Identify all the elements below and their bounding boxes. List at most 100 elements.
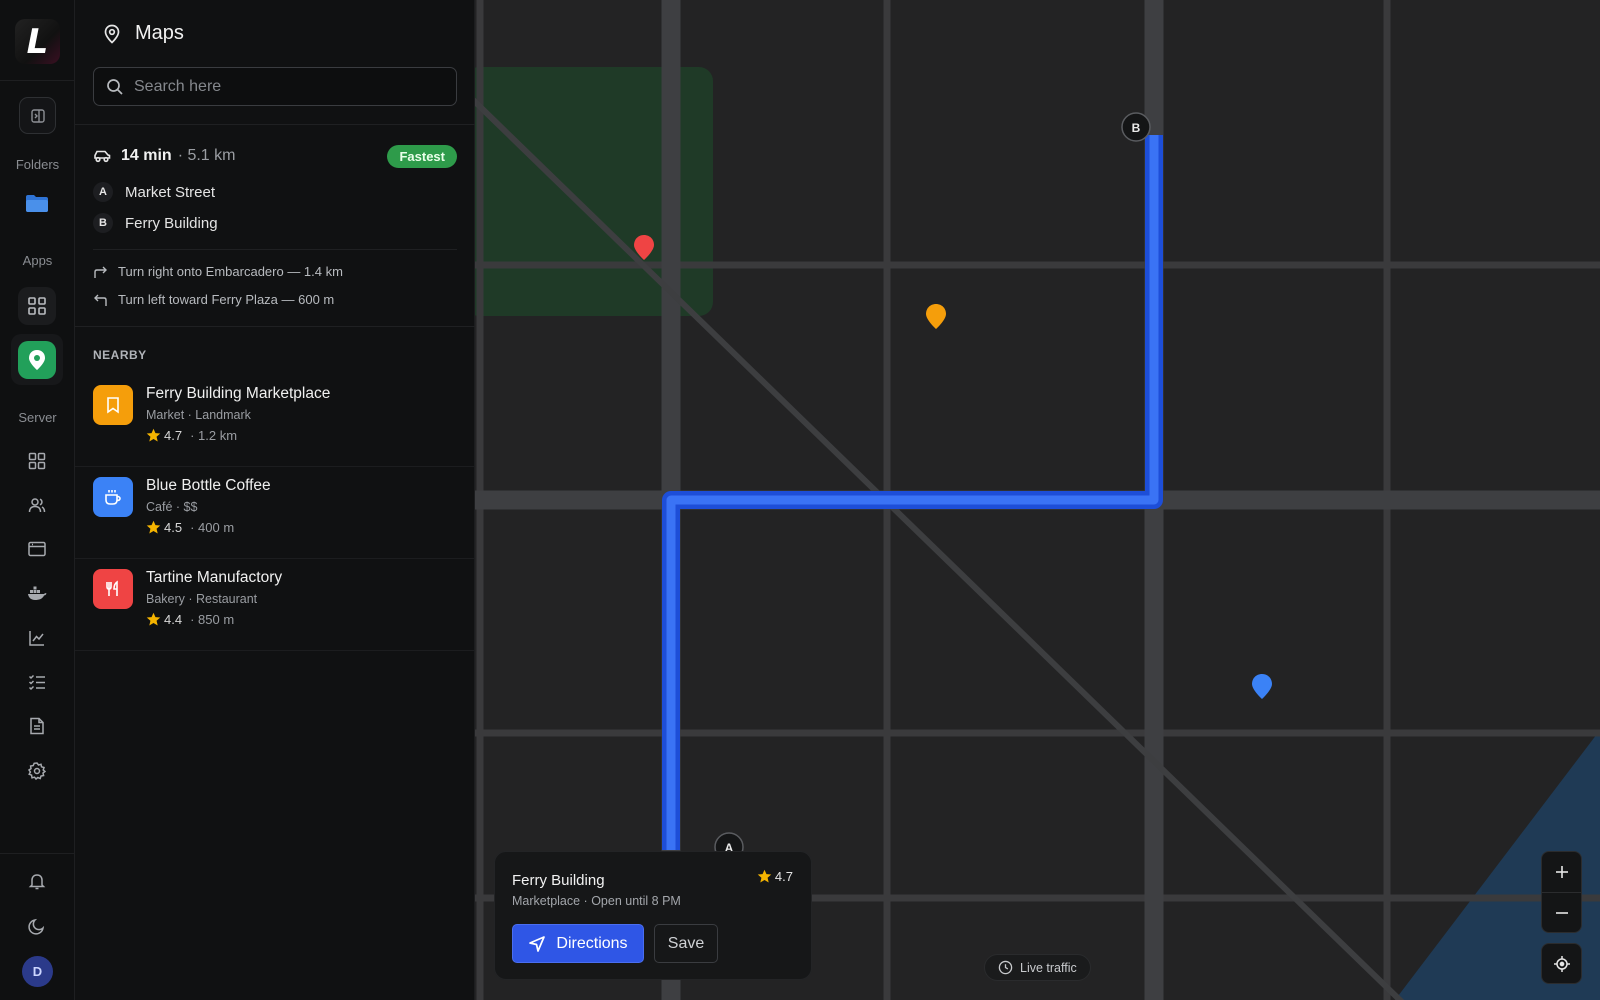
minus-icon <box>1556 912 1568 914</box>
zoom-controls <box>1541 851 1582 933</box>
moon-icon[interactable] <box>24 913 50 939</box>
place-distance: · 850 m <box>190 612 235 627</box>
nearby-heading: NEARBY <box>93 348 147 362</box>
route-summary: 14 min · 5.1 km Fastest <box>93 144 457 168</box>
route-stop-origin[interactable]: A Market Street <box>93 182 215 202</box>
apps-grid-button[interactable] <box>18 287 56 325</box>
maps-app-button[interactable] <box>18 341 56 379</box>
list-item[interactable]: Blue Bottle Coffee Café · $$ 4.5 · 400 m <box>75 467 475 559</box>
star-icon <box>146 428 161 442</box>
place-card-title: Ferry Building <box>512 872 605 889</box>
server-label: Server <box>18 410 57 425</box>
panel-divider <box>75 326 475 327</box>
users-icon[interactable] <box>24 492 50 518</box>
bookmark-icon <box>107 397 119 414</box>
app-logo[interactable]: L <box>15 19 60 64</box>
place-tile <box>93 385 133 425</box>
sidebar-toggle-icon <box>30 108 45 123</box>
place-category: Café · $$ <box>146 500 198 514</box>
gear-icon[interactable] <box>24 758 50 784</box>
route-distance: · 5.1 km <box>177 147 236 164</box>
folder-icon[interactable] <box>24 190 50 216</box>
place-name: Tartine Manufactory <box>146 569 283 586</box>
orange-map-pin-icon[interactable] <box>926 304 946 329</box>
line-chart-icon[interactable] <box>24 625 50 651</box>
panel-divider <box>75 124 475 125</box>
stop-label: Market Street <box>125 183 216 201</box>
zoom-out-button[interactable] <box>1542 893 1582 933</box>
place-meta: 4.5 · 400 m <box>146 520 234 535</box>
rating-value: 4.7 <box>774 869 793 884</box>
search-icon <box>107 78 123 95</box>
directions-button[interactable]: Directions <box>512 924 644 963</box>
search-input[interactable] <box>134 77 456 96</box>
car-icon <box>94 150 111 163</box>
rail-divider <box>0 80 74 81</box>
fork-knife-icon <box>106 580 118 596</box>
fastest-badge: Fastest <box>387 144 457 168</box>
live-traffic-toggle[interactable]: Live traffic <box>984 954 1091 981</box>
list-item[interactable]: Tartine Manufactory Bakery · Restaurant … <box>75 559 475 651</box>
save-button[interactable]: Save <box>654 924 718 963</box>
blue-map-pin-icon[interactable] <box>1252 674 1272 699</box>
place-tile <box>93 569 133 609</box>
place-card: Ferry Building Marketplace · Open until … <box>494 851 812 980</box>
clock-icon <box>998 960 1013 975</box>
page-title: Maps <box>135 22 184 44</box>
place-rating: 4.7 <box>164 428 183 443</box>
place-name: Ferry Building Marketplace <box>146 385 331 402</box>
stop-label: Ferry Building <box>125 214 218 232</box>
step-text: Turn right onto Embarcadero — 1.4 km <box>118 264 343 279</box>
coffee-cup-icon <box>105 490 121 505</box>
place-rating: 4.4 <box>164 612 183 627</box>
route-time: 14 min <box>121 147 172 164</box>
checklist-icon[interactable] <box>24 669 50 695</box>
place-category: Market · Landmark <box>146 408 251 422</box>
map-pin-icon <box>29 350 45 370</box>
search-box <box>93 67 457 106</box>
grid-icon[interactable] <box>24 448 50 474</box>
marker-b-label: B <box>1132 121 1141 135</box>
place-distance: · 1.2 km <box>190 428 238 443</box>
route-step: Turn right onto Embarcadero — 1.4 km <box>93 264 343 279</box>
marker-b: B <box>93 213 113 233</box>
browser-window-icon[interactable] <box>24 536 50 562</box>
navigation-arrow-icon <box>529 935 546 952</box>
panel-header: Maps <box>103 22 184 45</box>
turn-left-icon <box>94 294 107 306</box>
locate-me-button[interactable] <box>1541 943 1582 984</box>
app-rail: L Folders Apps Server D <box>0 0 75 1000</box>
list-item[interactable]: Ferry Building Marketplace Market · Land… <box>75 375 475 467</box>
plus-icon <box>1556 866 1568 878</box>
turn-right-icon <box>94 266 107 278</box>
avatar[interactable]: D <box>22 956 53 987</box>
route-step: Turn left toward Ferry Plaza — 600 m <box>93 292 334 307</box>
zoom-in-button[interactable] <box>1542 852 1582 892</box>
crosshair-icon <box>1553 955 1570 972</box>
place-category: Bakery · Restaurant <box>146 592 258 606</box>
rail-divider <box>0 853 74 854</box>
route-divider <box>93 249 457 250</box>
place-card-subtitle: Marketplace · Open until 8 PM <box>512 894 681 908</box>
place-meta: 4.7 · 1.2 km <box>146 428 237 443</box>
docker-whale-icon[interactable] <box>24 580 50 606</box>
map-pin-outline-icon <box>104 24 120 44</box>
place-tile <box>93 477 133 517</box>
marker-a: A <box>93 182 113 202</box>
map-layer: B A <box>475 0 1600 1000</box>
place-rating: 4.5 <box>164 520 183 535</box>
bell-icon[interactable] <box>24 868 50 894</box>
live-traffic-label: Live traffic <box>1020 960 1077 975</box>
apps-label: Apps <box>22 253 53 268</box>
place-name: Blue Bottle Coffee <box>146 477 271 494</box>
folders-label: Folders <box>15 157 60 172</box>
map-canvas[interactable]: B A <box>475 0 1600 1000</box>
star-icon <box>146 612 161 626</box>
maps-panel: Maps 14 min · 5.1 km Fastest A Market St… <box>75 0 475 1000</box>
route-stop-destination[interactable]: B Ferry Building <box>93 213 218 233</box>
document-icon[interactable] <box>24 713 50 739</box>
route-marker-b[interactable]: B <box>1121 112 1151 142</box>
route-line-casing <box>662 135 1163 850</box>
place-meta: 4.4 · 850 m <box>146 612 234 627</box>
sidebar-toggle-button[interactable] <box>19 97 56 134</box>
